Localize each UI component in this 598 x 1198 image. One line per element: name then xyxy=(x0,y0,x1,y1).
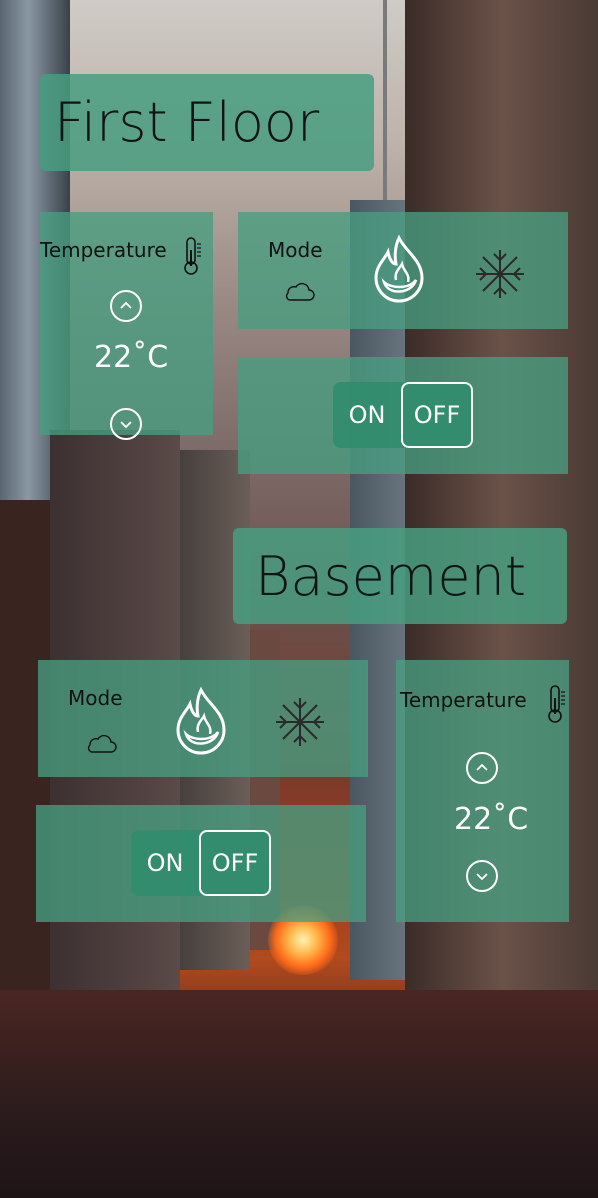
zone-title-first-floor: First Floor xyxy=(40,74,374,171)
chevron-up-icon xyxy=(120,301,132,309)
mode-panel: Mode xyxy=(38,660,368,777)
street xyxy=(0,990,598,1198)
power-panel: ON OFF xyxy=(36,805,366,922)
temperature-down-button[interactable] xyxy=(110,408,142,440)
zone-title-basement: Basement xyxy=(233,528,567,624)
temperature-panel: Temperature 22˚C xyxy=(396,660,569,922)
power-off-button[interactable]: OFF xyxy=(401,382,473,448)
temperature-unit: ˚C xyxy=(492,802,529,837)
antenna xyxy=(383,0,387,200)
power-panel: ON OFF xyxy=(238,357,568,474)
temperature-value: 22 xyxy=(94,340,133,375)
flame-icon[interactable] xyxy=(366,234,432,310)
power-off-button[interactable]: OFF xyxy=(199,830,271,896)
mode-panel: Mode xyxy=(238,212,568,329)
power-on-button[interactable]: ON xyxy=(333,382,401,448)
power-on-button[interactable]: ON xyxy=(131,830,199,896)
flame-icon[interactable] xyxy=(168,686,234,762)
chevron-up-icon xyxy=(476,763,488,771)
temperature-up-button[interactable] xyxy=(466,752,498,784)
mode-label: Mode xyxy=(68,686,123,710)
chevron-down-icon xyxy=(476,873,488,881)
temperature-panel: Temperature 22˚C xyxy=(40,212,213,440)
cloud-icon[interactable] xyxy=(84,732,118,760)
temperature-up-button[interactable] xyxy=(110,290,142,322)
snowflake-icon[interactable] xyxy=(272,694,328,754)
thermometer-icon xyxy=(180,236,204,280)
temperature-readout: 22˚C xyxy=(454,802,528,837)
mode-label: Mode xyxy=(268,238,323,262)
power-toggle[interactable]: ON OFF xyxy=(333,382,473,448)
temperature-readout: 22˚C xyxy=(94,340,168,375)
temperature-label: Temperature xyxy=(40,238,167,262)
temperature-label: Temperature xyxy=(400,688,527,712)
snowflake-icon[interactable] xyxy=(472,246,528,306)
chevron-down-icon xyxy=(120,421,132,429)
power-toggle[interactable]: ON OFF xyxy=(131,830,271,896)
temperature-down-button[interactable] xyxy=(466,860,498,892)
temperature-value: 22 xyxy=(454,802,493,837)
thermometer-icon xyxy=(544,684,568,728)
temperature-unit: ˚C xyxy=(132,340,169,375)
cloud-icon[interactable] xyxy=(282,280,316,308)
